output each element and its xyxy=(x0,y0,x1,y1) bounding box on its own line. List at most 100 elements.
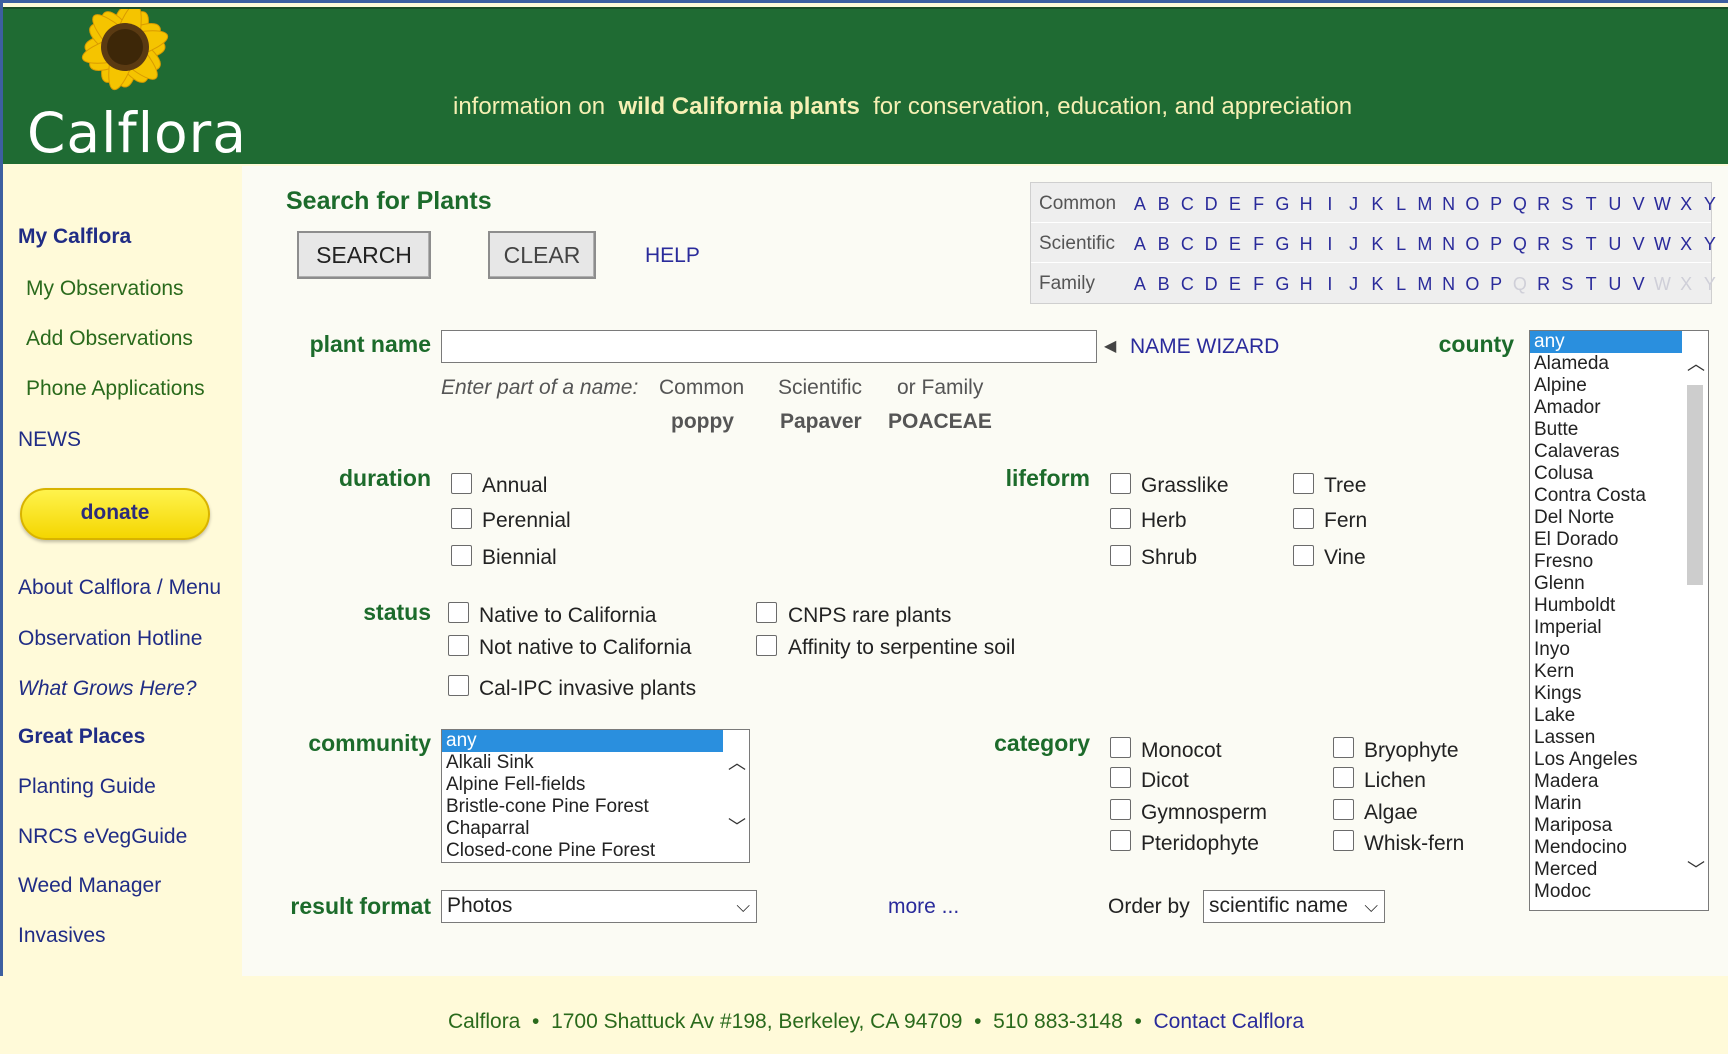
list-item[interactable]: Imperial xyxy=(1530,617,1682,639)
alpha-letter-family[interactable]: L xyxy=(1389,274,1413,295)
alpha-letter-scientific[interactable]: W xyxy=(1651,234,1675,255)
alpha-letter-scientific[interactable]: M xyxy=(1413,234,1437,255)
list-item[interactable]: Fresno xyxy=(1530,551,1682,573)
alpha-letter-family[interactable]: F xyxy=(1247,274,1271,295)
sidebar-item-nrcs-evegguide[interactable]: NRCS eVegGuide xyxy=(18,825,187,849)
alpha-letter-family[interactable]: I xyxy=(1318,274,1342,295)
alpha-letter-scientific[interactable]: O xyxy=(1461,234,1485,255)
chevron-down-icon[interactable]: ﹀ xyxy=(728,816,746,838)
list-item[interactable]: Del Norte xyxy=(1530,507,1682,529)
list-item[interactable]: Humboldt xyxy=(1530,595,1682,617)
alpha-letter-scientific[interactable]: B xyxy=(1152,234,1176,255)
list-item[interactable]: Glenn xyxy=(1530,573,1682,595)
list-item[interactable]: Merced xyxy=(1530,859,1682,881)
alpha-letter-scientific[interactable]: S xyxy=(1556,234,1580,255)
alpha-letter-scientific[interactable]: U xyxy=(1603,234,1627,255)
alpha-letter-family[interactable]: H xyxy=(1294,274,1318,295)
list-item[interactable]: Marin xyxy=(1530,793,1682,815)
alpha-letter-family[interactable]: M xyxy=(1413,274,1437,295)
sidebar-item-invasives[interactable]: Invasives xyxy=(18,924,106,948)
alpha-letter-scientific[interactable]: P xyxy=(1484,234,1508,255)
list-item[interactable]: Bristle-cone Pine Forest xyxy=(442,796,749,818)
alpha-letter-family[interactable]: N xyxy=(1437,274,1461,295)
annual-checkbox[interactable] xyxy=(451,473,472,494)
list-item[interactable]: Madera xyxy=(1530,771,1682,793)
gymnosperm-checkbox[interactable] xyxy=(1110,799,1131,820)
alpha-letter-common[interactable]: Q xyxy=(1508,194,1532,215)
bryophyte-checkbox[interactable] xyxy=(1333,737,1354,758)
alpha-letter-common[interactable]: W xyxy=(1651,194,1675,215)
alpha-letter-scientific[interactable]: I xyxy=(1318,234,1342,255)
list-item[interactable]: Closed-cone Pine Forest xyxy=(442,840,749,862)
sidebar-item-observation-hotline[interactable]: Observation Hotline xyxy=(18,627,202,651)
alpha-letter-scientific[interactable]: Z xyxy=(1722,234,1728,255)
alpha-letter-common[interactable]: Z xyxy=(1722,194,1728,215)
alpha-letter-common[interactable]: F xyxy=(1247,194,1271,215)
alpha-letter-scientific[interactable]: F xyxy=(1247,234,1271,255)
list-item[interactable]: Lake xyxy=(1530,705,1682,727)
tree-checkbox[interactable] xyxy=(1293,473,1314,494)
list-item[interactable]: Mariposa xyxy=(1530,815,1682,837)
alpha-letter-scientific[interactable]: K xyxy=(1366,234,1390,255)
sidebar-item-my-observations[interactable]: My Observations xyxy=(26,277,184,301)
alpha-letter-family[interactable]: D xyxy=(1199,274,1223,295)
list-item[interactable]: any xyxy=(1530,331,1682,353)
alpha-letter-scientific[interactable]: N xyxy=(1437,234,1461,255)
alpha-letter-family[interactable]: E xyxy=(1223,274,1247,295)
list-item[interactable]: Chaparral xyxy=(442,818,749,840)
donate-button[interactable]: donate xyxy=(20,488,210,540)
search-button[interactable]: SEARCH xyxy=(297,231,431,279)
community-listbox[interactable]: any Alkali Sink Alpine Fell-fields Brist… xyxy=(441,729,750,863)
list-item[interactable]: Alameda xyxy=(1530,353,1682,375)
scrollbar[interactable]: ︿ ﹀ xyxy=(723,730,749,862)
alpha-letter-family[interactable]: Z xyxy=(1722,274,1728,295)
sidebar-item-what-grows-here[interactable]: What Grows Here? xyxy=(18,677,197,701)
alpha-letter-scientific[interactable]: E xyxy=(1223,234,1247,255)
vine-checkbox[interactable] xyxy=(1293,545,1314,566)
sidebar-item-about[interactable]: About Calflora / Menu xyxy=(18,576,221,600)
list-item[interactable]: Alkali Sink xyxy=(442,752,749,774)
scrollbar-thumb[interactable] xyxy=(1687,385,1703,585)
alpha-letter-scientific[interactable]: G xyxy=(1271,234,1295,255)
alpha-letter-scientific[interactable]: Y xyxy=(1698,234,1722,255)
alpha-letter-scientific[interactable]: A xyxy=(1128,234,1152,255)
sidebar-item-my-calflora[interactable]: My Calflora xyxy=(18,225,131,249)
alpha-letter-common[interactable]: T xyxy=(1579,194,1603,215)
alpha-letter-family[interactable]: K xyxy=(1366,274,1390,295)
order-by-select[interactable]: scientific name ⌵ xyxy=(1203,890,1385,923)
pteridophyte-checkbox[interactable] xyxy=(1110,830,1131,851)
list-item[interactable]: Lassen xyxy=(1530,727,1682,749)
alpha-letter-scientific[interactable]: L xyxy=(1389,234,1413,255)
list-item[interactable]: Calaveras xyxy=(1530,441,1682,463)
fern-checkbox[interactable] xyxy=(1293,508,1314,529)
scrollbar[interactable]: ︿ ﹀ xyxy=(1682,331,1708,910)
alpha-letter-scientific[interactable]: Q xyxy=(1508,234,1532,255)
list-item[interactable]: Kern xyxy=(1530,661,1682,683)
list-item[interactable]: Alpine xyxy=(1530,375,1682,397)
dicot-checkbox[interactable] xyxy=(1110,767,1131,788)
alpha-letter-common[interactable]: I xyxy=(1318,194,1342,215)
cnps-rare-checkbox[interactable] xyxy=(756,602,777,623)
alpha-letter-common[interactable]: U xyxy=(1603,194,1627,215)
chevron-up-icon[interactable]: ︿ xyxy=(1687,353,1705,375)
more-link[interactable]: more ... xyxy=(888,895,959,919)
monocot-checkbox[interactable] xyxy=(1110,737,1131,758)
alpha-letter-common[interactable]: S xyxy=(1556,194,1580,215)
list-item[interactable]: Los Angeles xyxy=(1530,749,1682,771)
county-listbox[interactable]: any Alameda Alpine Amador Butte Calaveras Colu… xyxy=(1529,330,1709,911)
alpha-letter-family[interactable]: R xyxy=(1532,274,1556,295)
alpha-letter-family[interactable]: V xyxy=(1627,274,1651,295)
chevron-up-icon[interactable]: ︿ xyxy=(728,752,746,774)
help-link[interactable]: HELP xyxy=(645,244,700,268)
list-item[interactable]: Butte xyxy=(1530,419,1682,441)
alpha-letter-common[interactable]: B xyxy=(1152,194,1176,215)
alpha-letter-scientific[interactable]: C xyxy=(1176,234,1200,255)
logo-wordmark[interactable]: Calflora xyxy=(27,101,247,165)
alpha-letter-scientific[interactable]: V xyxy=(1627,234,1651,255)
alpha-letter-common[interactable]: H xyxy=(1294,194,1318,215)
alpha-letter-family[interactable]: S xyxy=(1556,274,1580,295)
alpha-letter-common[interactable]: D xyxy=(1199,194,1223,215)
cal-ipc-checkbox[interactable] xyxy=(448,675,469,696)
alpha-letter-family[interactable]: J xyxy=(1342,274,1366,295)
clear-button[interactable]: CLEAR xyxy=(488,231,596,279)
